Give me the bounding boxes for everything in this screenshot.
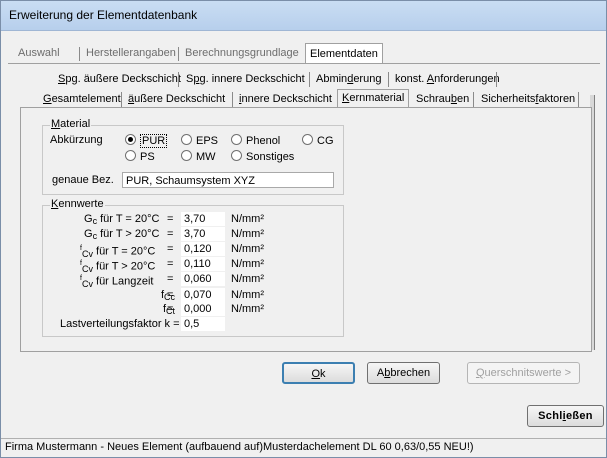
unit-label: N/mm²: [231, 258, 264, 270]
kennwert-value[interactable]: 0,000: [181, 302, 225, 316]
material-legend: Material: [50, 118, 92, 130]
kennwerte-legend: Kennwerte: [50, 198, 105, 210]
radio-mw[interactable]: MW: [181, 150, 216, 163]
unit-label: N/mm²: [231, 273, 264, 285]
title-bar: Erweiterung der Elementdatenbank: [1, 1, 606, 31]
schliessen-button[interactable]: Schließen: [527, 405, 604, 427]
radio-phenol[interactable]: Phenol: [231, 134, 280, 147]
subtab-spg-innere-deckschicht[interactable]: Spg. innere Deckschicht: [182, 71, 309, 88]
radio-icon: [302, 134, 313, 145]
equals-sign: =: [167, 303, 174, 315]
tab-separator: [496, 72, 497, 87]
equals-sign: =: [167, 289, 174, 301]
kennwert-value[interactable]: 0,110: [181, 257, 225, 271]
kennwert-value[interactable]: 0,060: [181, 272, 225, 286]
kennwert-value[interactable]: 3,70: [181, 212, 225, 226]
lastverteilungsfaktor-label: Lastverteilungsfaktor k =: [60, 318, 180, 330]
equals-sign: =: [167, 228, 174, 240]
kennwert-value[interactable]: 3,70: [181, 227, 225, 241]
tab-separator: [309, 72, 310, 87]
genaue-bez-label: genaue Bez.: [52, 174, 114, 186]
tab-separator: [79, 47, 80, 61]
radio-sonstiges[interactable]: Sonstiges: [231, 150, 294, 163]
radio-icon: [181, 134, 192, 145]
tab-separator: [232, 92, 233, 107]
radio-icon: [231, 150, 242, 161]
tab-separator: [178, 47, 179, 61]
unit-label: N/mm²: [231, 303, 264, 315]
unit-label: N/mm²: [231, 213, 264, 225]
subtab-gesamtelement[interactable]: Gesamtelement: [39, 91, 125, 108]
querschnitswerte-button[interactable]: Querschnitswerte >: [467, 362, 580, 384]
kennwert-label: fCv für Langzeit: [80, 275, 154, 289]
abkuerzung-label: Abkürzung: [50, 134, 103, 146]
subtab-innere-deckschicht[interactable]: innere Deckschicht: [235, 91, 336, 108]
tab-auswahl[interactable]: Auswahl: [14, 45, 64, 62]
radio-eps[interactable]: EPS: [181, 134, 218, 147]
tab-berechnungsgrundlage[interactable]: Berechnungsgrundlage: [181, 45, 303, 62]
equals-sign: =: [167, 273, 174, 285]
radio-icon: [125, 150, 136, 161]
subtab-spg-aeussere-deckschicht[interactable]: Spg. äußere Deckschicht: [54, 71, 185, 88]
kennwert-label: fCv für T > 20°C: [80, 260, 156, 274]
equals-sign: =: [167, 213, 174, 225]
kennwert-value[interactable]: 0,070: [181, 288, 225, 302]
tab-separator: [121, 92, 122, 107]
subtab-abminderung[interactable]: Abminderung: [312, 71, 385, 88]
tab-separator: [578, 92, 579, 107]
radio-pur[interactable]: PUR: [125, 134, 168, 148]
subtab-sicherheitsfaktoren[interactable]: Sicherheitsfaktoren: [477, 91, 579, 108]
kennwert-label: Gc für T > 20°C: [84, 228, 160, 241]
unit-label: N/mm²: [231, 228, 264, 240]
subtab-kernmaterial[interactable]: Kernmaterial: [337, 89, 410, 109]
subtab-schrauben[interactable]: Schrauben: [412, 91, 473, 108]
radio-selected-icon: [125, 134, 136, 145]
tab-elementdaten[interactable]: Elementdaten: [305, 43, 383, 64]
genaue-bez-input[interactable]: PUR, Schaumsystem XYZ: [122, 172, 334, 188]
lastverteilungsfaktor-value[interactable]: 0,5: [181, 317, 225, 331]
tab-herstellerangaben[interactable]: Herstellerangaben: [82, 45, 180, 62]
radio-icon: [231, 134, 242, 145]
tab-baseline: [8, 63, 600, 64]
unit-label: N/mm²: [231, 289, 264, 301]
subtab-konst-anforderungen[interactable]: konst. Anforderungen: [391, 71, 504, 88]
equals-sign: =: [167, 258, 174, 270]
equals-sign: =: [167, 243, 174, 255]
kennwert-value[interactable]: 0,120: [181, 242, 225, 256]
radio-cg[interactable]: CG: [302, 134, 334, 147]
status-text: Firma Mustermann - Neues Element (aufbau…: [5, 441, 474, 453]
radio-icon: [181, 150, 192, 161]
tab-separator: [178, 72, 179, 87]
status-bar: Firma Mustermann - Neues Element (aufbau…: [1, 438, 606, 457]
subtab-aeussere-deckschicht[interactable]: äußere Deckschicht: [124, 91, 229, 108]
abbrechen-button[interactable]: Abbrechen: [367, 362, 440, 384]
kennwert-label: Gc für T = 20°C: [84, 213, 160, 226]
window-title: Erweiterung der Elementdatenbank: [9, 8, 198, 22]
tab-separator: [473, 92, 474, 107]
unit-label: N/mm²: [231, 243, 264, 255]
ok-button[interactable]: Ok: [282, 362, 355, 384]
kennwert-label: fCv für T = 20°C: [80, 245, 156, 259]
radio-ps[interactable]: PS: [125, 150, 155, 163]
tab-separator: [388, 72, 389, 87]
